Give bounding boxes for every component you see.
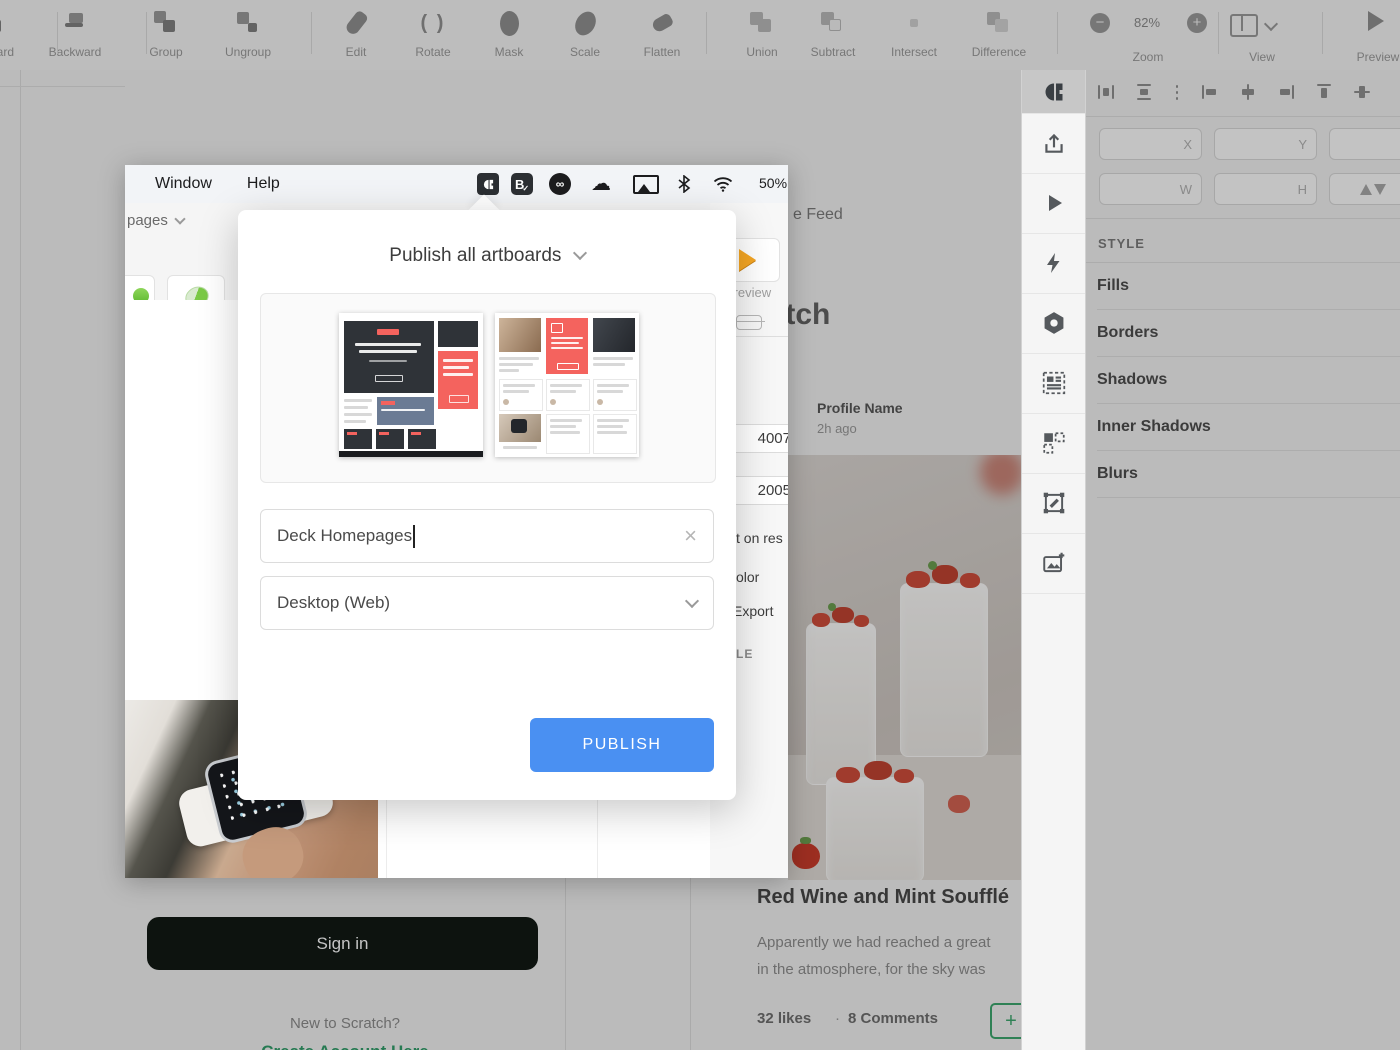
wifi-icon[interactable] [713, 172, 733, 196]
craft-plugin-toolbar [1021, 70, 1086, 1050]
slider-icon [736, 315, 762, 330]
craft-sync-button[interactable] [1022, 113, 1085, 174]
prototype-play-icon [1042, 191, 1066, 215]
content-layout-icon [1041, 370, 1067, 396]
craft-prototype-button[interactable] [1022, 173, 1085, 234]
craft-edit-frame-button[interactable] [1022, 473, 1085, 534]
menu-window[interactable]: Window [155, 175, 212, 193]
bluetooth-icon[interactable] [677, 172, 691, 196]
project-name-input[interactable]: Deck Homepages × [260, 509, 714, 563]
artboard-thumbnails-box [260, 293, 716, 483]
cloud-icon[interactable]: ☁ [591, 172, 611, 196]
edit-frame-icon [1041, 490, 1067, 516]
craft-data-button[interactable] [1022, 233, 1085, 294]
craft-content-layout-button[interactable] [1022, 353, 1085, 414]
artboard-thumbnail-grid[interactable] [495, 313, 639, 457]
inset-screenshot: Window Help B✓ ∞ ☁ 50% [125, 165, 788, 878]
export-label-fragment: Export [733, 603, 773, 619]
data-lightning-icon [1042, 251, 1066, 275]
style-header-fragment: LE [736, 647, 753, 661]
color-option-fragment: olor [736, 569, 759, 585]
craft-menubar-icon[interactable] [477, 172, 499, 196]
b-app-menubar-icon[interactable]: B✓ [511, 172, 533, 196]
craft-duplicate-button[interactable] [1022, 413, 1085, 474]
text-caret [413, 525, 415, 548]
publish-button[interactable]: PUBLISH [530, 718, 714, 772]
title-chevron-icon [573, 246, 587, 260]
craft-stock-button[interactable] [1022, 293, 1085, 354]
format-select[interactable]: Desktop (Web) [260, 576, 714, 630]
sync-upload-icon [1041, 130, 1067, 156]
artboard-thumbnail-homepage[interactable] [339, 313, 483, 457]
photos-add-icon [1041, 550, 1067, 576]
publish-dialog: Publish all artboards [238, 210, 736, 800]
duplicate-icon [1041, 430, 1067, 456]
screen: Forward Backward Group Ungroup Edit ( ) … [0, 0, 1400, 1050]
battery-percent: 50% [759, 175, 787, 191]
clear-input-icon[interactable]: × [684, 523, 697, 549]
stock-hexagon-icon [1041, 310, 1067, 336]
macos-menubar: Window Help B✓ ∞ ☁ 50% [125, 165, 788, 204]
dialog-title-dropdown[interactable]: Publish all artboards [238, 245, 736, 267]
airplay-icon[interactable] [633, 172, 659, 196]
craft-photos-button[interactable] [1022, 533, 1085, 594]
menu-help[interactable]: Help [247, 175, 280, 193]
select-chevron-icon [685, 594, 699, 608]
craft-logo-icon [1042, 80, 1066, 104]
creative-cloud-icon[interactable]: ∞ [549, 172, 571, 196]
craft-logo-button[interactable] [1022, 70, 1085, 114]
orange-play-icon [739, 249, 756, 271]
page-dropdown[interactable]: pages [127, 212, 184, 229]
resize-option-fragment: t on res [736, 530, 783, 546]
